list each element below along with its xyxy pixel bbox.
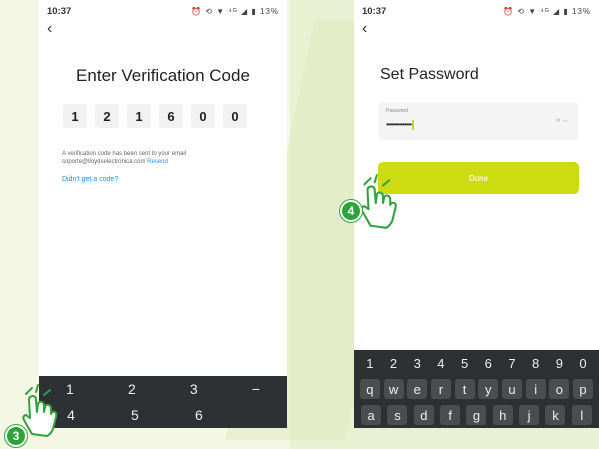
back-icon[interactable]: ‹ bbox=[47, 20, 52, 38]
keyboard-letter-row: q w e r t y u i o p bbox=[354, 376, 599, 402]
key-k[interactable]: k bbox=[545, 405, 566, 425]
code-digit-6[interactable]: 0 bbox=[223, 104, 247, 128]
key-q[interactable]: q bbox=[359, 379, 380, 399]
key-h[interactable]: h bbox=[492, 405, 513, 425]
password-input[interactable]: •••••••••••••• bbox=[386, 120, 414, 130]
key-j[interactable]: j bbox=[519, 405, 540, 425]
clear-icon[interactable]: × bbox=[556, 116, 561, 125]
key-7[interactable]: 7 bbox=[502, 353, 522, 373]
verification-info: A verification code has been sent to you… bbox=[62, 150, 262, 166]
key-d[interactable]: d bbox=[413, 405, 434, 425]
key-3[interactable]: 3 bbox=[407, 353, 427, 373]
key-minus[interactable]: − bbox=[252, 381, 260, 397]
key-o[interactable]: o bbox=[549, 379, 570, 399]
password-field[interactable]: Password •••••••••••••• × ⌣ bbox=[378, 102, 578, 140]
code-digit-3[interactable]: 1 bbox=[127, 104, 151, 128]
key-l[interactable]: l bbox=[571, 405, 592, 425]
keyboard-number-row: 1 2 3 4 5 6 7 8 9 0 bbox=[354, 350, 599, 376]
qwerty-keyboard: 1 2 3 4 5 6 7 8 9 0 q w e r t y u i o p … bbox=[354, 350, 599, 428]
pointing-hand-icon bbox=[360, 174, 397, 229]
key-6[interactable]: 6 bbox=[195, 407, 203, 423]
password-value: •••••••••••••• bbox=[386, 120, 412, 130]
code-digit-1[interactable]: 1 bbox=[63, 104, 87, 128]
step-badge-3: 3 bbox=[5, 425, 27, 447]
key-u[interactable]: u bbox=[501, 379, 522, 399]
key-0[interactable]: 0 bbox=[573, 353, 593, 373]
key-9[interactable]: 9 bbox=[549, 353, 569, 373]
status-bar: 10:37 ⏰ ⟲ ▼ ⁴ᴳ ◢ ▮ 13% bbox=[362, 4, 591, 18]
resend-link[interactable]: Resend bbox=[147, 159, 168, 165]
didnt-get-code-link[interactable]: Didn't get a code? bbox=[62, 176, 118, 183]
key-5[interactable]: 5 bbox=[455, 353, 475, 373]
phone-verification-screen: 10:37 ⏰ ⟲ ▼ ⁴ᴳ ◢ ▮ 13% ‹ Enter Verificat… bbox=[39, 0, 287, 428]
key-g[interactable]: g bbox=[466, 405, 487, 425]
key-2[interactable]: 2 bbox=[384, 353, 404, 373]
key-r[interactable]: r bbox=[430, 379, 451, 399]
password-actions: × ⌣ bbox=[556, 116, 568, 126]
key-y[interactable]: y bbox=[478, 379, 499, 399]
numeric-keypad: 1 2 3 − 4 5 6 bbox=[39, 376, 287, 428]
key-5[interactable]: 5 bbox=[131, 407, 139, 423]
key-e[interactable]: e bbox=[407, 379, 428, 399]
status-icons: ⏰ ⟲ ▼ ⁴ᴳ ◢ ▮ 13% bbox=[191, 6, 279, 16]
code-digit-2[interactable]: 2 bbox=[95, 104, 119, 128]
key-2[interactable]: 2 bbox=[128, 381, 136, 397]
code-digit-4[interactable]: 6 bbox=[159, 104, 183, 128]
key-t[interactable]: t bbox=[454, 379, 475, 399]
key-p[interactable]: p bbox=[573, 379, 594, 399]
back-icon[interactable]: ‹ bbox=[362, 20, 367, 38]
text-cursor bbox=[412, 120, 414, 130]
code-digit-5[interactable]: 0 bbox=[191, 104, 215, 128]
page-title: Set Password bbox=[380, 66, 479, 83]
key-f[interactable]: f bbox=[440, 405, 461, 425]
key-3[interactable]: 3 bbox=[190, 381, 198, 397]
key-a[interactable]: a bbox=[361, 405, 382, 425]
key-4[interactable]: 4 bbox=[431, 353, 451, 373]
verification-code-inputs[interactable]: 1 2 1 6 0 0 bbox=[63, 104, 247, 128]
key-8[interactable]: 8 bbox=[526, 353, 546, 373]
status-time: 10:37 bbox=[362, 5, 387, 17]
page-title: Enter Verification Code bbox=[76, 66, 250, 85]
step-badge-4: 4 bbox=[340, 200, 362, 222]
key-w[interactable]: w bbox=[383, 379, 404, 399]
visibility-toggle-icon[interactable]: ⌣ bbox=[563, 116, 568, 125]
keyboard-letter-row-2: a s d f g h j k l bbox=[354, 402, 599, 428]
key-s[interactable]: s bbox=[387, 405, 408, 425]
status-icons: ⏰ ⟲ ▼ ⁴ᴳ ◢ ▮ 13% bbox=[503, 6, 591, 16]
key-1[interactable]: 1 bbox=[360, 353, 380, 373]
status-bar: 10:37 ⏰ ⟲ ▼ ⁴ᴳ ◢ ▮ 13% bbox=[47, 4, 279, 18]
status-time: 10:37 bbox=[47, 5, 72, 17]
key-i[interactable]: i bbox=[525, 379, 546, 399]
key-6[interactable]: 6 bbox=[478, 353, 498, 373]
password-label: Password bbox=[386, 108, 408, 114]
